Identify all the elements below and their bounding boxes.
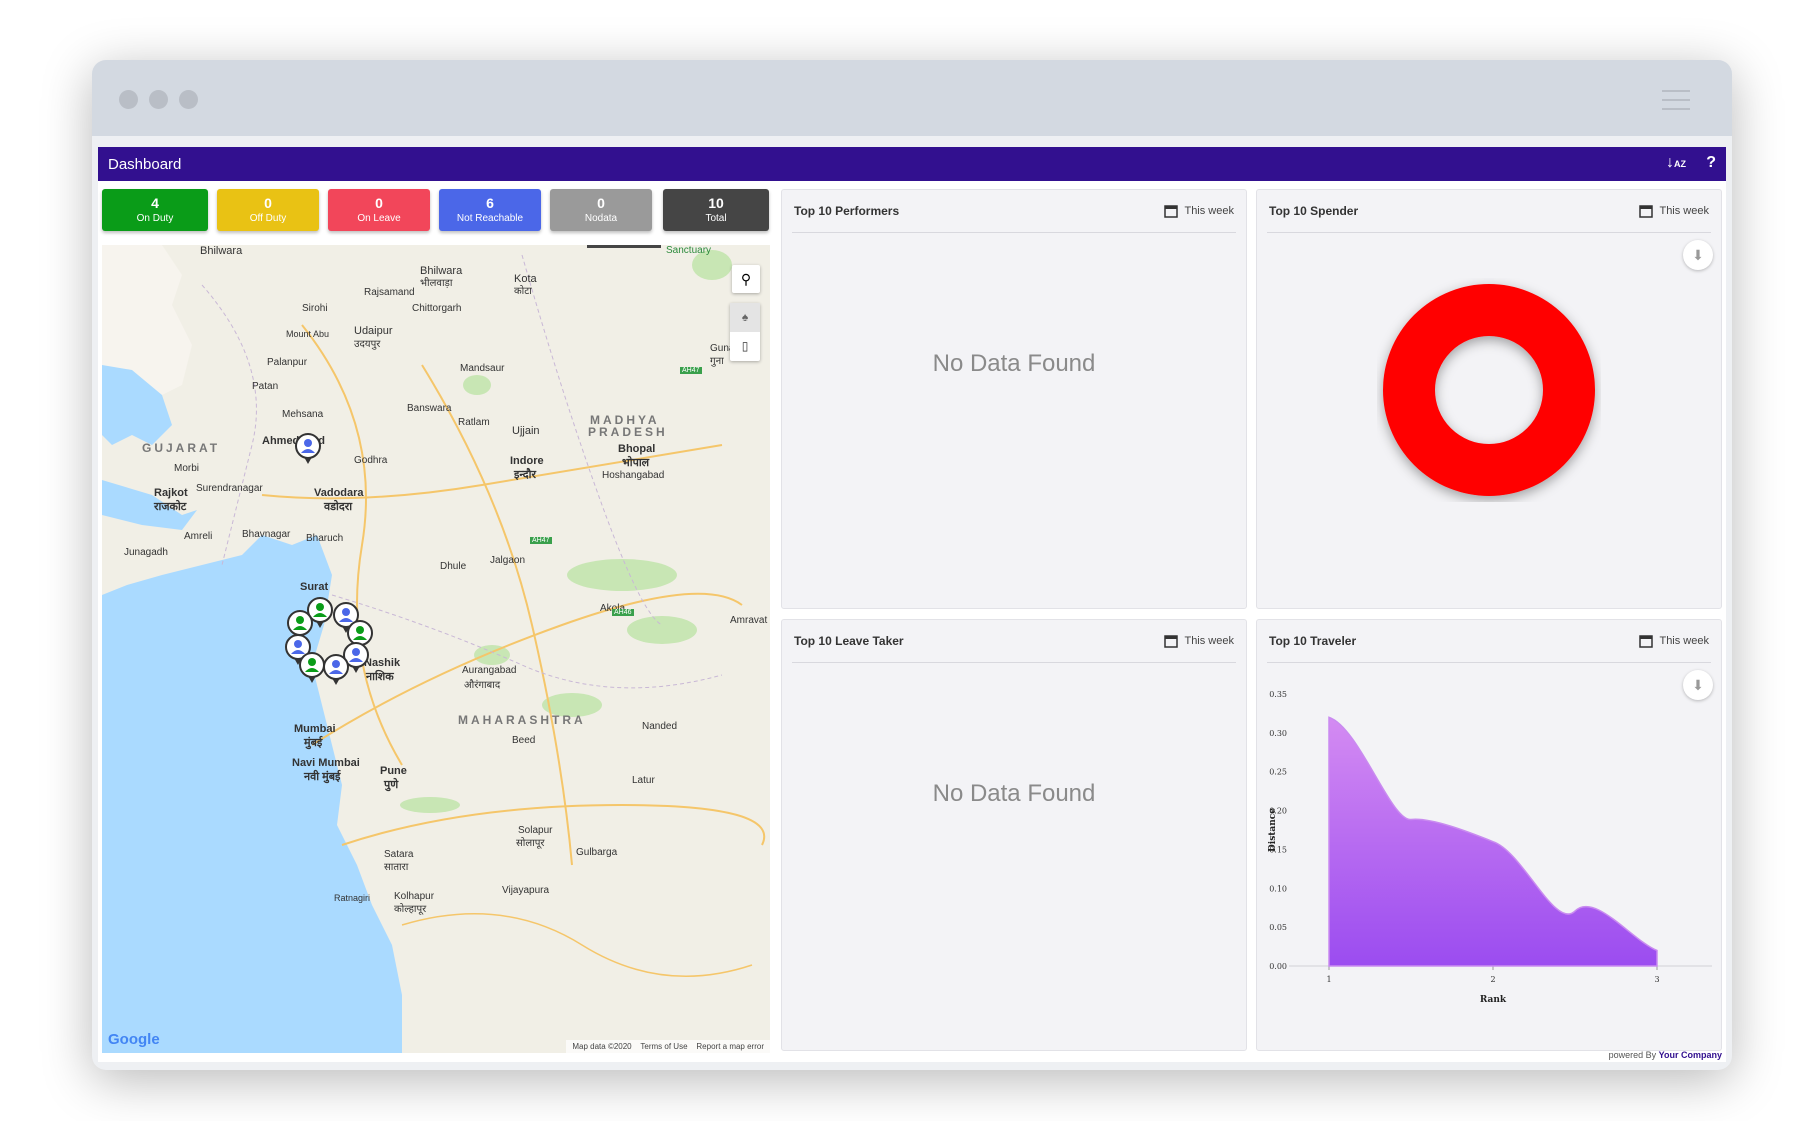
- header-bar: Dashboard ↓AZ ?: [98, 147, 1726, 181]
- dashboard-app: Dashboard ↓AZ ? 4 On Duty 0 Off Duty 0 O…: [98, 147, 1726, 1062]
- traveler-area-chart: 0.000.050.100.150.200.250.300.351 2 3RankD…: [1268, 690, 1712, 1005]
- donut-slice: [1383, 284, 1595, 496]
- date-range-selector[interactable]: This week: [1164, 204, 1234, 218]
- y-tick-label: 0.25: [1269, 768, 1287, 777]
- status-card-not-reachable[interactable]: 6 Not Reachable: [439, 189, 541, 231]
- employee-map[interactable]: Bhilwara Bhilwara भीलवाड़ा Kota कोटा Raj…: [102, 245, 770, 1053]
- no-data-message: No Data Found: [932, 780, 1096, 807]
- footer-credit: powered By Your Company: [1609, 1050, 1722, 1060]
- x-axis-label: Rank: [1480, 995, 1507, 1005]
- status-label: On Leave: [357, 213, 401, 224]
- map-data-text: Map data ©2020: [572, 1042, 632, 1051]
- pegman-icon[interactable]: ♠: [730, 303, 760, 332]
- status-value: 4: [151, 195, 159, 211]
- no-data-message: No Data Found: [932, 350, 1096, 377]
- status-value: 0: [597, 195, 605, 211]
- window-dot-maximize[interactable]: [179, 90, 198, 109]
- status-card-on-leave[interactable]: 0 On Leave: [328, 189, 430, 231]
- x-tick-label: 2: [1490, 975, 1495, 984]
- hamburger-menu-icon[interactable]: [1662, 90, 1690, 110]
- report-error-link[interactable]: Report a map error: [696, 1042, 764, 1051]
- y-tick-label: 0.05: [1269, 923, 1287, 932]
- panel-top-leave-taker: Top 10 Leave Taker This week No Data Fou…: [781, 619, 1247, 1051]
- window-dot-minimize[interactable]: [149, 90, 168, 109]
- x-tick-label: 1: [1326, 975, 1331, 984]
- y-tick-label: 0.00: [1269, 962, 1287, 971]
- panel-top-traveler: Top 10 Traveler This week ⬇ 0.00 0.05 0.10…: [1256, 619, 1722, 1051]
- status-label: Nodata: [584, 213, 618, 224]
- date-range-label: This week: [1184, 204, 1234, 217]
- panel-title: Top 10 Traveler: [1269, 634, 1357, 648]
- calendar-icon: [1639, 635, 1654, 648]
- y-tick-label: 0.10: [1269, 884, 1287, 893]
- status-label: Off Duty: [249, 213, 287, 224]
- map-top-bar: [587, 245, 661, 248]
- status-label: Not Reachable: [456, 213, 524, 224]
- y-tick-label: 0.35: [1269, 690, 1287, 699]
- employee-marker[interactable]: [299, 652, 325, 683]
- y-tick-label: 0.30: [1269, 729, 1287, 738]
- panel-divider: [1267, 232, 1711, 233]
- status-card-total[interactable]: 10 Total: [663, 189, 769, 231]
- y-axis-label: Distance: [1268, 808, 1278, 852]
- calendar-icon: [1164, 635, 1179, 648]
- map-search-icon[interactable]: ⚲: [732, 265, 760, 293]
- date-range-selector[interactable]: This week: [1639, 634, 1709, 648]
- panel-title: Top 10 Leave Taker: [794, 634, 904, 648]
- page-title: Dashboard: [108, 156, 182, 173]
- calendar-icon: [1639, 205, 1654, 218]
- panel-divider: [792, 662, 1236, 663]
- date-range-selector[interactable]: This week: [1164, 634, 1234, 648]
- browser-window: Dashboard ↓AZ ? 4 On Duty 0 Off Duty 0 O…: [92, 60, 1732, 1070]
- spender-donut-chart: [1383, 284, 1595, 496]
- area-series: [1328, 716, 1658, 967]
- sort-icon[interactable]: ↓AZ: [1666, 154, 1686, 172]
- panel-divider: [792, 232, 1236, 233]
- powered-by-text: powered By: [1608, 1050, 1657, 1060]
- status-card-off-duty[interactable]: 0 Off Duty: [217, 189, 319, 231]
- calendar-icon: [1164, 205, 1179, 218]
- map-layer-icon[interactable]: ▯: [730, 332, 760, 361]
- date-range-label: This week: [1659, 634, 1709, 647]
- panel-divider: [1267, 662, 1711, 663]
- date-range-label: This week: [1659, 204, 1709, 217]
- date-range-label: This week: [1184, 634, 1234, 647]
- status-label: Total: [705, 213, 727, 224]
- map-attribution: Map data ©2020 Terms of Use Report a map…: [566, 1040, 770, 1053]
- date-range-selector[interactable]: This week: [1639, 204, 1709, 218]
- status-card-on-duty[interactable]: 4 On Duty: [102, 189, 208, 231]
- panel-top-performers: Top 10 Performers This week No Data Foun…: [781, 189, 1247, 609]
- employee-marker-ahmedabad[interactable]: [295, 433, 321, 464]
- marker-layer: [285, 433, 373, 685]
- status-value: 6: [486, 195, 494, 211]
- map-zoom-controls: ♠ ▯: [730, 303, 760, 361]
- panel-title: Top 10 Performers: [794, 204, 900, 218]
- status-value: 10: [708, 195, 724, 211]
- x-tick-label: 3: [1654, 975, 1659, 984]
- company-link[interactable]: Your Company: [1659, 1050, 1722, 1060]
- panel-top-spender: Top 10 Spender This week ⬇: [1256, 189, 1722, 609]
- status-value: 0: [264, 195, 272, 211]
- terms-link[interactable]: Terms of Use: [640, 1042, 687, 1051]
- status-card-nodata[interactable]: 0 Nodata: [550, 189, 652, 231]
- panel-title: Top 10 Spender: [1269, 204, 1359, 218]
- google-logo: Google: [108, 1031, 160, 1048]
- help-icon[interactable]: ?: [1706, 154, 1716, 172]
- window-titlebar: [92, 60, 1732, 136]
- status-label: On Duty: [136, 213, 174, 224]
- employee-marker[interactable]: [323, 654, 349, 685]
- window-dot-close[interactable]: [119, 90, 138, 109]
- status-value: 0: [375, 195, 383, 211]
